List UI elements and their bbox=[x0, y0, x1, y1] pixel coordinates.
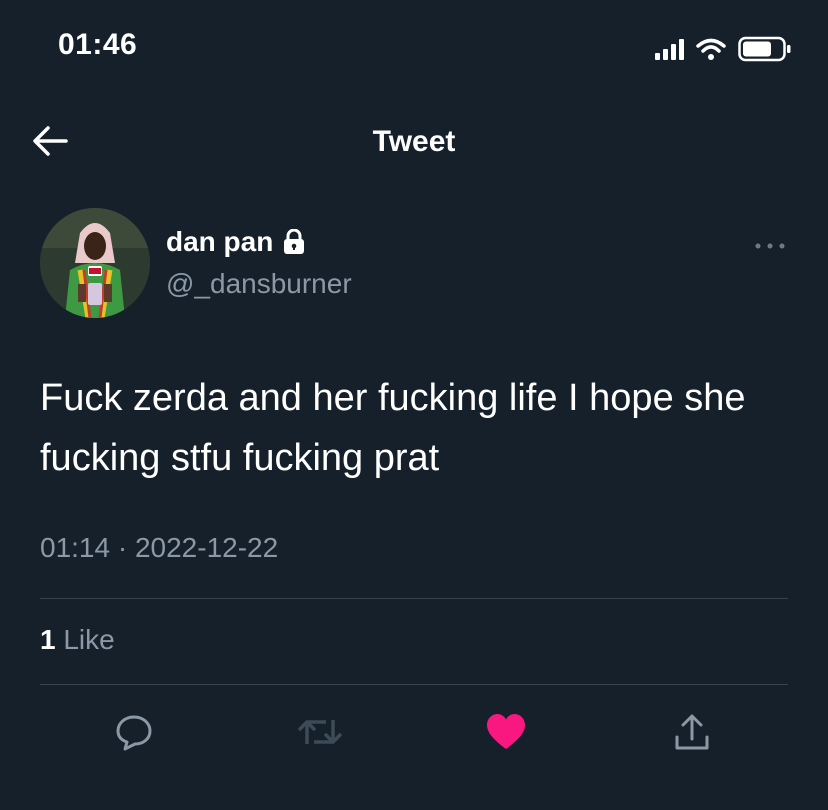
likes-label: Like bbox=[55, 624, 115, 655]
divider bbox=[40, 684, 788, 685]
lock-icon bbox=[284, 229, 305, 254]
page-title: Tweet bbox=[372, 125, 456, 158]
divider bbox=[40, 598, 788, 599]
tweet-time: 01:14 bbox=[40, 532, 111, 563]
author-handle[interactable]: @_dansburner bbox=[166, 268, 352, 300]
more-icon[interactable] bbox=[750, 236, 790, 256]
heart-icon bbox=[487, 714, 525, 749]
meta-separator: · bbox=[110, 532, 135, 563]
status-bar: 01:46 bbox=[0, 0, 828, 100]
wifi-icon bbox=[696, 38, 726, 60]
author-name[interactable]: dan pan bbox=[166, 226, 273, 258]
likes-count[interactable]: 1 Like bbox=[40, 624, 115, 656]
share-button[interactable] bbox=[668, 708, 716, 756]
signal-icon bbox=[655, 38, 684, 60]
reply-button[interactable] bbox=[110, 708, 158, 756]
share-icon bbox=[675, 714, 709, 750]
avatar[interactable] bbox=[40, 208, 150, 318]
status-icons bbox=[655, 36, 792, 62]
retweet-button[interactable] bbox=[296, 708, 344, 756]
top-nav: Tweet bbox=[0, 105, 828, 175]
reply-icon bbox=[116, 715, 152, 751]
author-name-row[interactable]: dan pan bbox=[166, 226, 305, 258]
tweet-text: Fuck zerda and her fucking life I hope s… bbox=[40, 377, 746, 479]
tweet-date: 2022-12-22 bbox=[134, 532, 279, 563]
battery-icon bbox=[738, 36, 791, 62]
tweet-timestamp: 01:14 · 2022-12-22 bbox=[40, 532, 278, 564]
status-time: 01:46 bbox=[58, 28, 138, 61]
like-button[interactable] bbox=[482, 708, 530, 756]
likes-number: 1 bbox=[40, 624, 56, 655]
retweet-icon bbox=[298, 720, 342, 744]
